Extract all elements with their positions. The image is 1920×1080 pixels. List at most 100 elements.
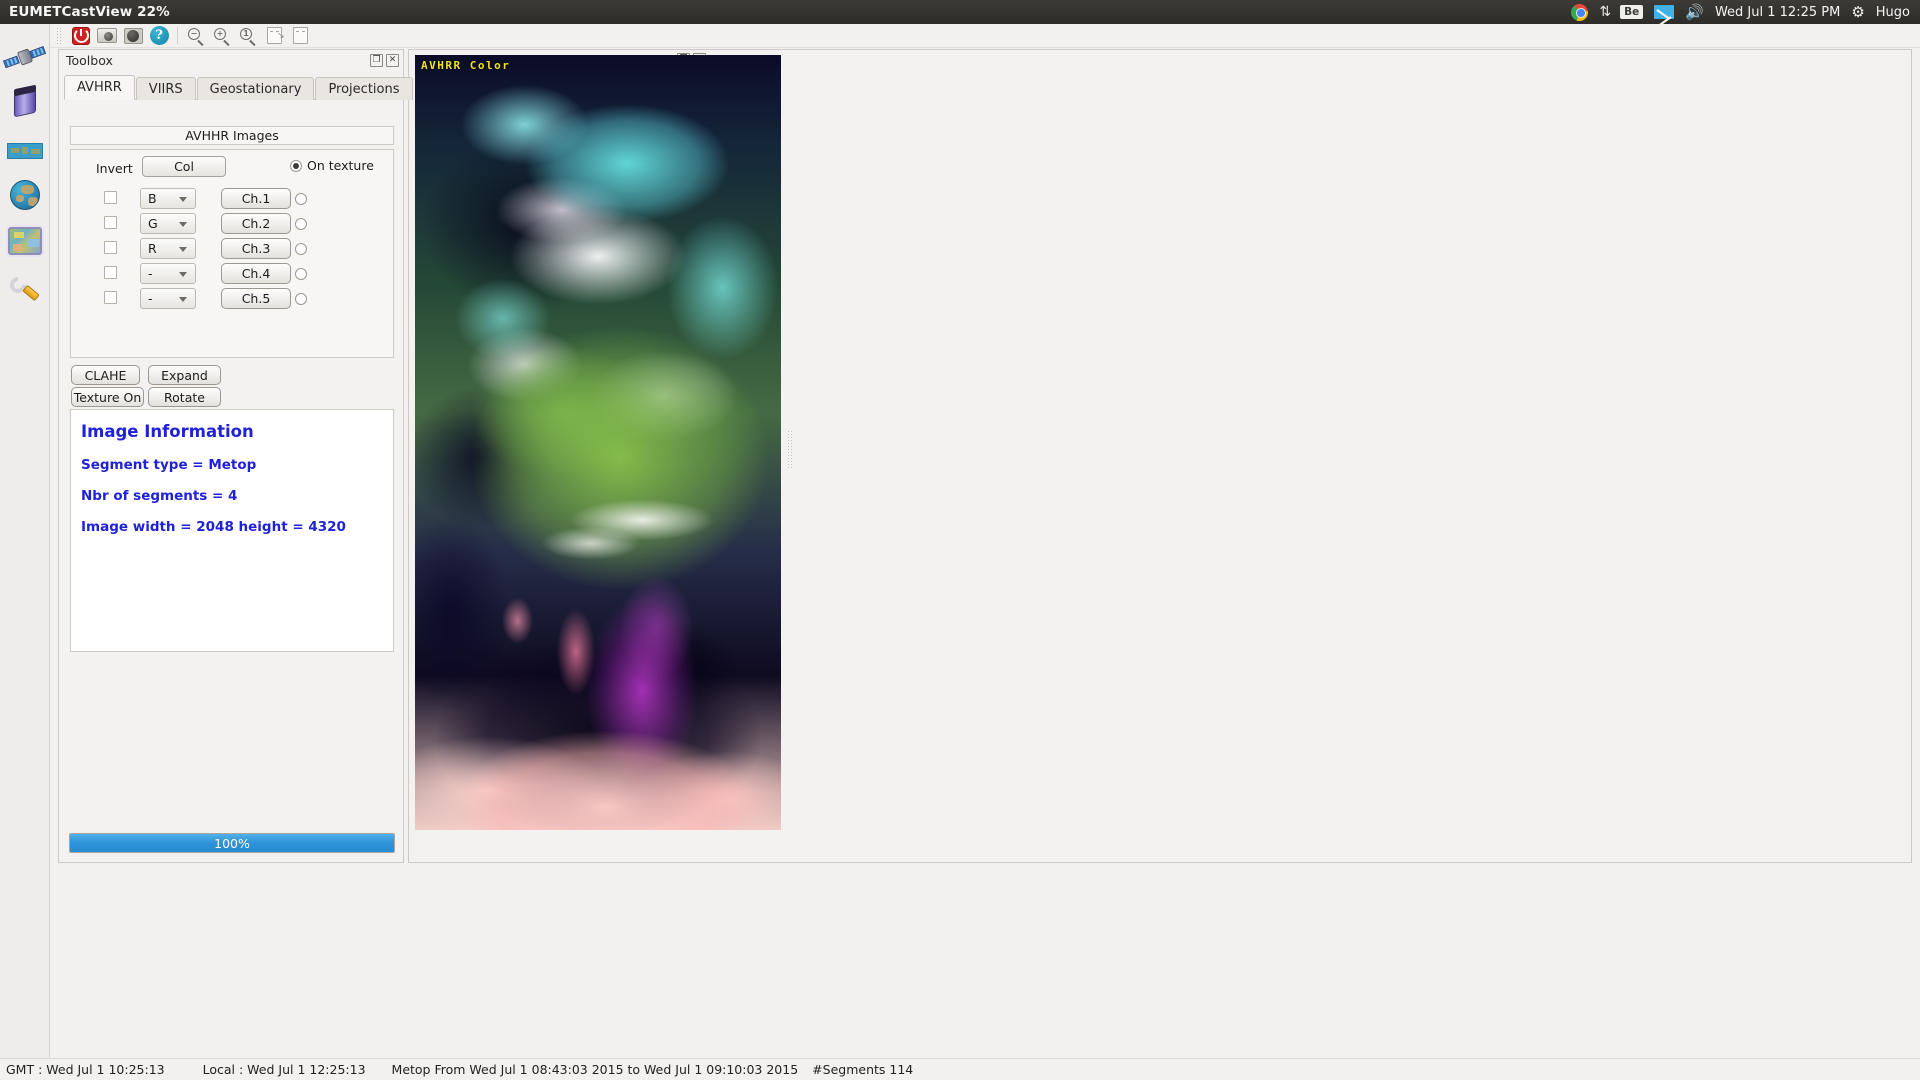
toolbox-close-button[interactable]: ✕: [386, 53, 399, 67]
nbr-segments-line: Nbr of segments = 4: [81, 488, 238, 504]
zoom-actual-button[interactable]: 1: [235, 25, 261, 47]
user-menu[interactable]: Hugo: [1876, 6, 1910, 19]
status-pass-metadata: Metop From Wed Jul 1 08:43:03 2015 to We…: [391, 1062, 799, 1077]
invert-checkbox-ch5[interactable]: [104, 291, 117, 304]
channel-button-ch2[interactable]: Ch.2: [221, 213, 291, 234]
channel-radio-ch1[interactable]: [295, 193, 307, 205]
channel-radio-ch4[interactable]: [295, 268, 307, 280]
on-texture-option[interactable]: On texture: [290, 158, 374, 173]
on-texture-radio[interactable]: [290, 159, 302, 172]
progress-bar-fill: 100%: [70, 834, 394, 852]
expand-button[interactable]: Expand: [148, 365, 221, 385]
color-select-value-ch2: G: [148, 216, 158, 231]
color-select-value-ch1: B: [148, 191, 157, 206]
col-button[interactable]: Col: [142, 156, 226, 177]
help-icon: ?: [149, 26, 169, 45]
status-local-time: Local : Wed Jul 1 12:25:13: [202, 1062, 366, 1077]
texture-toggle-button[interactable]: Texture On: [71, 387, 144, 407]
zoom-out-button[interactable]: −: [183, 25, 209, 47]
status-gmt-time: GMT : Wed Jul 1 10:25:13: [6, 1062, 165, 1077]
channel-radio-ch2[interactable]: [295, 218, 307, 230]
chevron-down-icon: [179, 247, 187, 252]
avhrr-images-header: AVHHR Images: [70, 126, 394, 145]
world-strip-icon: [7, 143, 43, 159]
magnifier-one-icon: 1: [239, 27, 257, 46]
segment-type-line: Segment type = Metop: [81, 457, 257, 473]
map-icon: [8, 227, 42, 255]
fit-width-button[interactable]: [287, 25, 313, 47]
chevron-down-icon: [179, 197, 187, 202]
tab-avhrr[interactable]: AVHRR: [64, 75, 135, 100]
channel-row: - Ch.5: [71, 286, 393, 311]
help-button[interactable]: ?: [146, 25, 172, 47]
image-information-title: Image Information: [81, 422, 254, 441]
clahe-button[interactable]: CLAHE: [71, 365, 140, 385]
system-tray: ⇅ Be 🔊 Wed Jul 1 12:25 PM ⚙ Hugo: [1571, 3, 1920, 21]
imageview-splitter-handle[interactable]: [787, 430, 793, 470]
page-fit-height-icon: ↘: [266, 27, 285, 44]
magnifier-minus-icon: −: [187, 27, 205, 46]
color-select-ch4[interactable]: -: [140, 263, 196, 284]
color-select-ch3[interactable]: R: [140, 238, 196, 259]
globe-icon: [123, 27, 143, 44]
invert-checkbox-ch4[interactable]: [104, 266, 117, 279]
invert-checkbox-ch2[interactable]: [104, 216, 117, 229]
color-select-value-ch5: -: [148, 291, 153, 306]
launcher-item-tools[interactable]: [6, 270, 44, 308]
launcher-item-map[interactable]: [6, 222, 44, 260]
satellite-image-canvas[interactable]: AVHRR Color: [415, 55, 781, 830]
launcher-item-world-strip[interactable]: [6, 132, 44, 170]
status-bar: GMT : Wed Jul 1 10:25:13 Local : Wed Jul…: [0, 1058, 1920, 1080]
toolbox-float-button[interactable]: ❐: [370, 53, 383, 67]
satellite-cylinder-icon: [14, 84, 36, 118]
fit-height-button[interactable]: ↘: [261, 25, 287, 47]
channel-radio-ch5[interactable]: [295, 293, 307, 305]
satellite-image-overlay-label: AVHRR Color: [421, 59, 511, 72]
toolbar-drag-handle[interactable]: [56, 26, 63, 45]
launcher-item-satellite-cylinder[interactable]: [6, 84, 44, 122]
wrench-icon: [6, 272, 42, 306]
mail-icon[interactable]: [1654, 5, 1675, 19]
zoom-in-button[interactable]: +: [209, 25, 235, 47]
image-information-box: Image Information Segment type = Metop N…: [70, 409, 394, 652]
application-title: EUMETCastView 22%: [9, 4, 170, 20]
volume-icon[interactable]: 🔊: [1685, 4, 1704, 20]
launcher-item-satellite[interactable]: [2, 38, 47, 76]
color-select-value-ch4: -: [148, 266, 153, 281]
network-arrows-icon[interactable]: ⇅: [1599, 5, 1611, 19]
progress-bar: 100%: [69, 833, 395, 853]
toolbox-panel: Toolbox ❐ ✕ AVHRR VIIRS Geostationary Pr…: [58, 49, 693, 863]
camera-button[interactable]: [94, 25, 120, 47]
chevron-down-icon: [179, 297, 187, 302]
color-select-ch5[interactable]: -: [140, 288, 196, 309]
rotate-button[interactable]: Rotate: [148, 387, 221, 407]
channel-button-ch3[interactable]: Ch.3: [221, 238, 291, 259]
launcher-item-globe[interactable]: [6, 176, 44, 214]
globe-button[interactable]: [120, 25, 146, 47]
power-button[interactable]: [68, 25, 94, 47]
input-method-badge[interactable]: Be: [1620, 5, 1644, 19]
channel-row: G Ch.2: [71, 211, 393, 236]
tab-geostationary[interactable]: Geostationary: [196, 77, 315, 100]
clock-indicator[interactable]: Wed Jul 1 12:25 PM: [1715, 6, 1840, 19]
gear-icon[interactable]: ⚙: [1851, 4, 1864, 20]
invert-checkbox-ch3[interactable]: [104, 241, 117, 254]
color-select-ch2[interactable]: G: [140, 213, 196, 234]
page-fit-width-icon: [292, 27, 308, 44]
satellite-image: [415, 55, 781, 830]
tab-viirs[interactable]: VIIRS: [135, 77, 196, 100]
application-toolbar: ? − + 1 ↘: [50, 24, 1920, 48]
invert-checkbox-ch1[interactable]: [104, 191, 117, 204]
tab-projections[interactable]: Projections: [315, 77, 413, 100]
globe-icon: [10, 180, 40, 210]
power-icon: [72, 26, 90, 45]
chevron-down-icon: [179, 222, 187, 227]
channel-radio-ch3[interactable]: [295, 243, 307, 255]
color-select-ch1[interactable]: B: [140, 188, 196, 209]
on-texture-label: On texture: [307, 158, 374, 173]
channel-button-ch1[interactable]: Ch.1: [221, 188, 291, 209]
channel-button-ch5[interactable]: Ch.5: [221, 288, 291, 309]
toolbox-body: AVHRR VIIRS Geostationary Projections AV…: [59, 70, 693, 862]
chrome-icon[interactable]: [1571, 3, 1589, 21]
channel-button-ch4[interactable]: Ch.4: [221, 263, 291, 284]
